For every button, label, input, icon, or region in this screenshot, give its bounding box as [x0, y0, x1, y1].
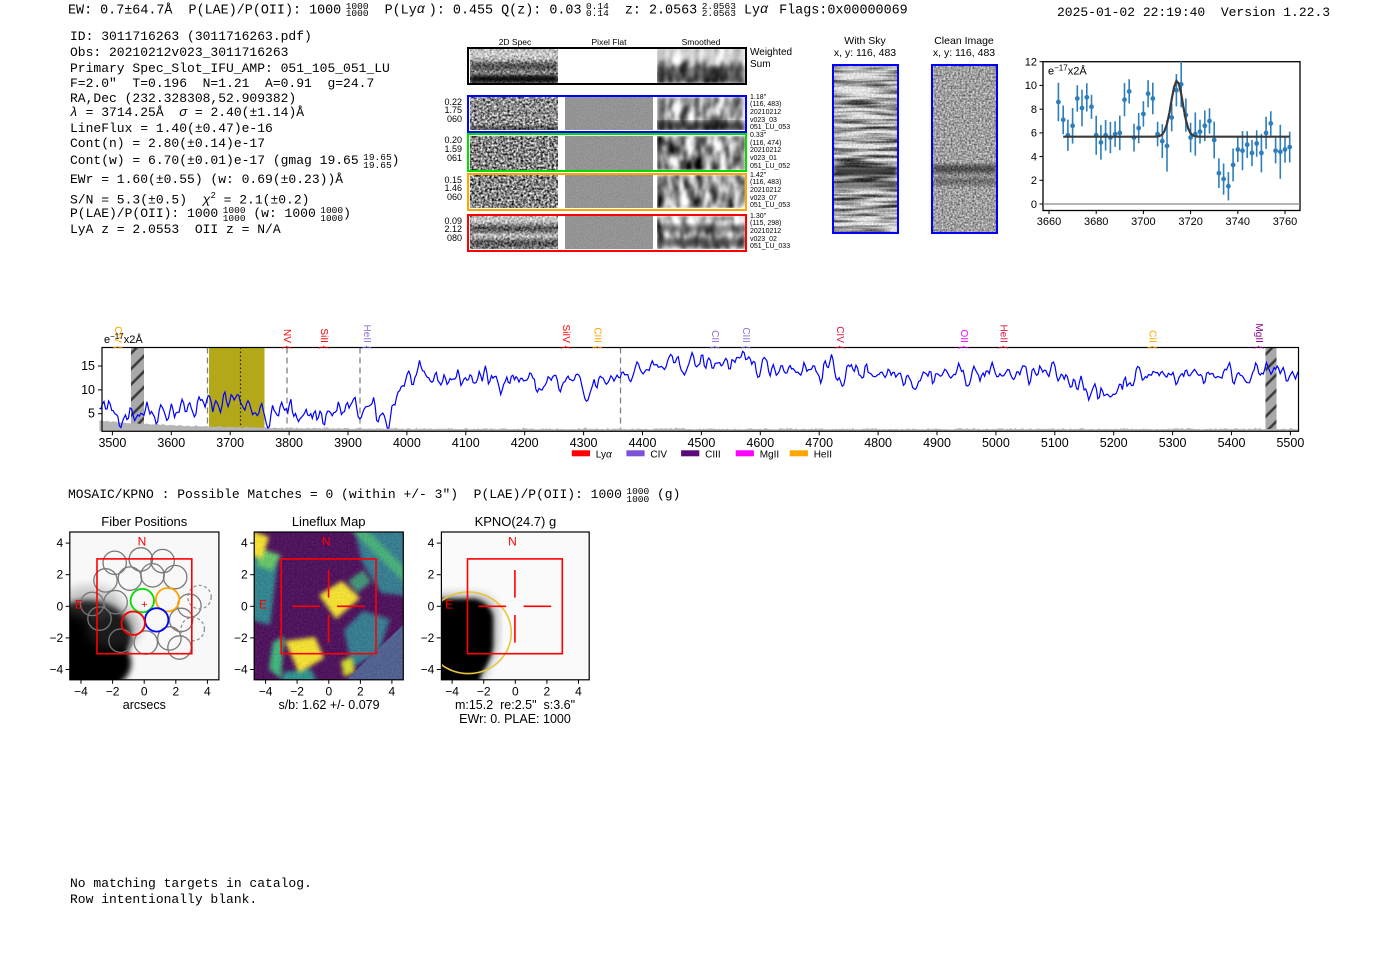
svg-text:2: 2: [241, 568, 248, 582]
svg-text:−4: −4: [234, 663, 248, 677]
svg-text:0: 0: [56, 599, 63, 613]
svg-text:−2: −2: [421, 631, 435, 645]
svg-text:−4: −4: [421, 663, 435, 677]
svg-text:4: 4: [56, 536, 63, 550]
svg-text:0: 0: [241, 599, 248, 613]
svg-text:2: 2: [428, 568, 435, 582]
svg-text:4: 4: [241, 536, 248, 550]
svg-text:2: 2: [56, 568, 63, 582]
svg-text:−2: −2: [234, 631, 248, 645]
svg-text:0: 0: [428, 599, 435, 613]
svg-text:−4: −4: [49, 663, 63, 677]
svg-text:4: 4: [428, 536, 435, 550]
svg-text:−2: −2: [49, 631, 63, 645]
